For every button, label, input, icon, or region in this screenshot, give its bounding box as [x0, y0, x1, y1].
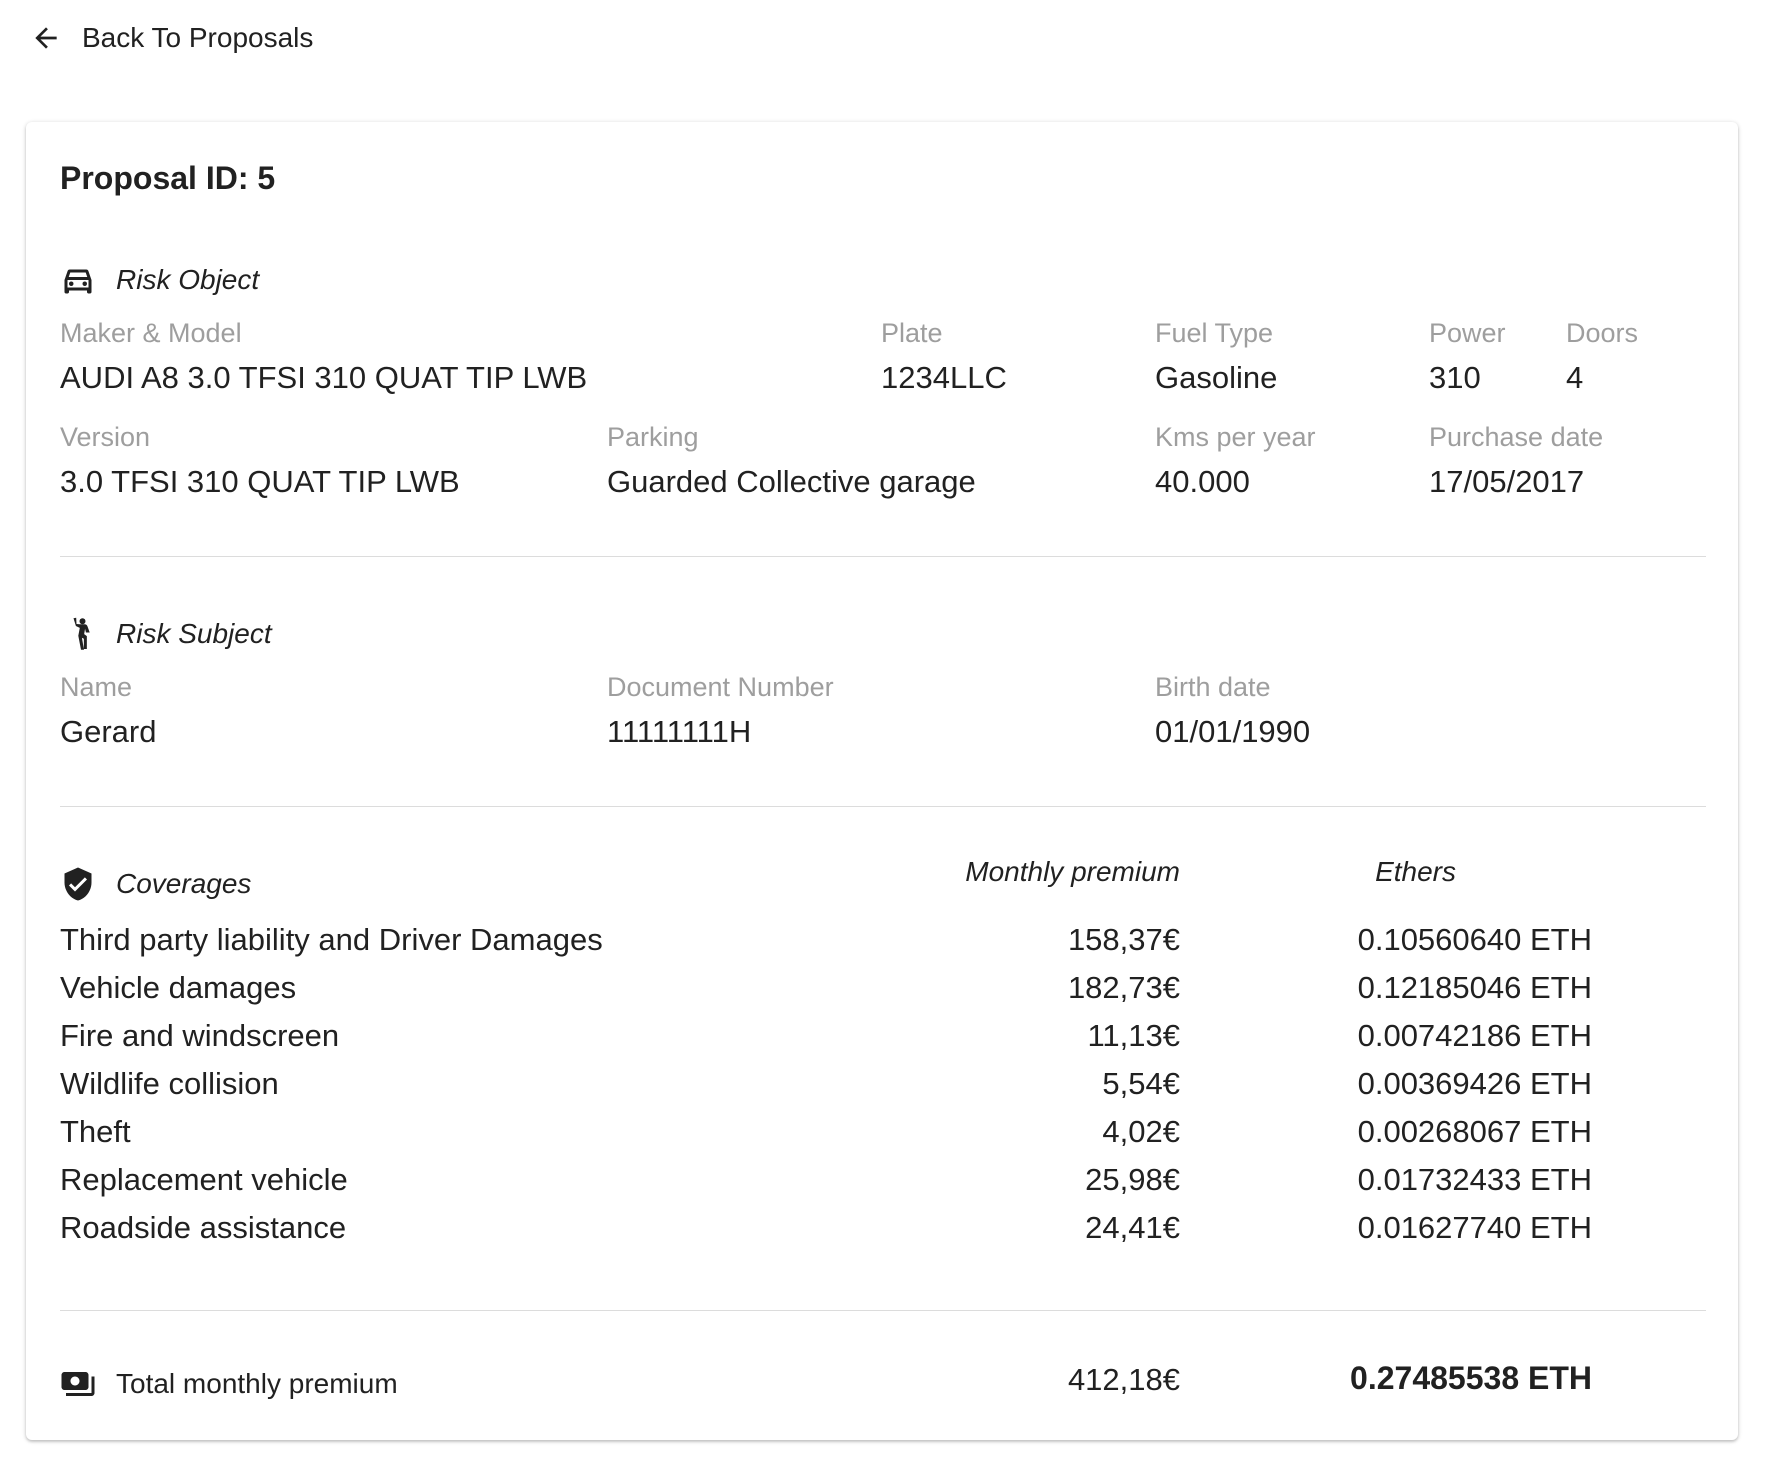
coverage-name: Replacement vehicle — [60, 1162, 348, 1197]
coverage-eth: 0.12185046 ETH — [1357, 970, 1592, 1005]
total-row: Total monthly premium — [60, 1364, 398, 1404]
coverage-premium: 24,41€ — [1085, 1210, 1180, 1245]
purchase-date-value: 17/05/2017 — [1429, 464, 1585, 499]
plate-value: 1234LLC — [881, 360, 1007, 395]
coverage-eth: 0.10560640 ETH — [1357, 922, 1592, 957]
power-label: Power — [1429, 318, 1506, 348]
maker-model-value: AUDI A8 3.0 TFSI 310 QUAT TIP LWB — [60, 360, 588, 395]
risk-object-heading: Risk Object — [60, 260, 259, 300]
car-icon — [60, 262, 96, 298]
ethers-column-header: Ethers — [1375, 856, 1456, 887]
coverage-premium: 4,02€ — [1102, 1114, 1180, 1149]
coverage-name: Wildlife collision — [60, 1066, 279, 1101]
money-icon — [60, 1366, 96, 1402]
birth-date-label: Birth date — [1155, 672, 1271, 702]
divider — [60, 806, 1706, 807]
risk-object-title: Risk Object — [116, 264, 260, 295]
arrow-left-icon — [35, 27, 57, 49]
kms-per-year-label: Kms per year — [1155, 422, 1316, 452]
risk-subject-heading: Risk Subject — [60, 614, 272, 654]
person-waving-icon — [60, 616, 96, 652]
fuel-type-label: Fuel Type — [1155, 318, 1274, 348]
shield-check-icon — [60, 866, 96, 902]
proposal-card: Proposal ID: 5 Risk Object Maker & Model… — [26, 122, 1738, 1440]
document-number-value: 11111111H — [607, 714, 752, 749]
parking-label: Parking — [607, 422, 699, 452]
divider — [60, 1310, 1706, 1311]
power-value: 310 — [1429, 360, 1481, 395]
doors-label: Doors — [1566, 318, 1639, 348]
back-to-proposals-label: Back To Proposals — [82, 22, 314, 53]
doors-value: 4 — [1566, 360, 1584, 395]
coverage-name: Third party liability and Driver Damages — [60, 922, 603, 957]
coverages-title: Coverages — [116, 868, 252, 899]
coverage-name: Fire and windscreen — [60, 1018, 340, 1053]
back-to-proposals-link[interactable]: Back To Proposals — [30, 18, 313, 58]
name-label: Name — [60, 672, 133, 702]
coverage-premium: 182,73€ — [1067, 970, 1180, 1005]
coverage-name: Vehicle damages — [60, 970, 297, 1005]
monthly-premium-column-header: Monthly premium — [965, 856, 1180, 887]
coverage-eth: 0.00369426 ETH — [1357, 1066, 1592, 1101]
maker-model-label: Maker & Model — [60, 318, 242, 348]
risk-subject-title: Risk Subject — [116, 618, 272, 649]
fuel-type-value: Gasoline — [1155, 360, 1278, 395]
purchase-date-label: Purchase date — [1429, 422, 1604, 452]
coverage-eth: 0.00268067 ETH — [1357, 1114, 1592, 1149]
coverage-eth: 0.01732433 ETH — [1357, 1162, 1592, 1197]
total-label: Total monthly premium — [116, 1368, 398, 1399]
coverage-premium: 5,54€ — [1102, 1066, 1180, 1101]
version-value: 3.0 TFSI 310 QUAT TIP LWB — [60, 464, 460, 499]
version-label: Version — [60, 422, 151, 452]
coverage-name: Roadside assistance — [60, 1210, 347, 1245]
total-premium-value: 412,18€ — [1067, 1362, 1180, 1397]
coverages-heading: Coverages — [60, 864, 251, 904]
coverage-premium: 158,37€ — [1067, 922, 1180, 957]
divider — [60, 556, 1706, 557]
parking-value: Guarded Collective garage — [607, 464, 976, 499]
coverage-eth: 0.01627740 ETH — [1357, 1210, 1592, 1245]
coverage-premium: 11,13€ — [1087, 1018, 1180, 1053]
coverage-eth: 0.00742186 ETH — [1357, 1018, 1592, 1053]
document-number-label: Document Number — [607, 672, 834, 702]
kms-per-year-value: 40.000 — [1155, 464, 1250, 499]
coverage-name: Theft — [60, 1114, 131, 1149]
coverage-premium: 25,98€ — [1085, 1162, 1180, 1197]
proposal-title: Proposal ID: 5 — [60, 160, 276, 196]
total-eth-value: 0.27485538 ETH — [1350, 1360, 1592, 1396]
plate-label: Plate — [881, 318, 943, 348]
birth-date-value: 01/01/1990 — [1155, 714, 1311, 749]
name-value: Gerard — [60, 714, 157, 749]
